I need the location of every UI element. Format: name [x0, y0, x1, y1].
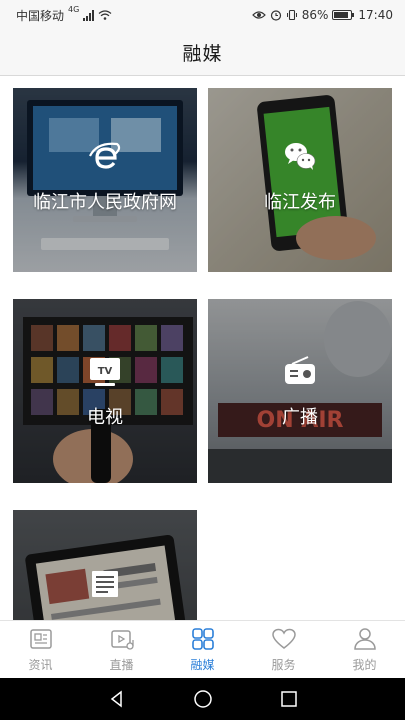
signal-icon	[83, 9, 95, 21]
radio-icon	[285, 356, 315, 384]
newspaper-icon	[92, 571, 118, 597]
tile-linjiang-release[interactable]: 临江发布	[208, 88, 392, 272]
recents-square-icon	[280, 691, 297, 707]
news-icon	[29, 629, 52, 649]
svg-text:TV: TV	[98, 366, 113, 377]
tile-content: 临江发布	[208, 138, 392, 214]
media-grid: 临江市人民政府网 临江发布 TV 电视 ON AIR 广播	[0, 76, 405, 620]
tile-radio[interactable]: ON AIR 广播	[208, 299, 392, 483]
tab-mine[interactable]: 我的	[324, 621, 405, 678]
tab-label: 服务	[271, 658, 296, 672]
back-button[interactable]	[105, 687, 129, 711]
tab-media[interactable]: 融媒	[162, 621, 243, 678]
tile-content	[13, 566, 197, 616]
tile-newspaper[interactable]	[13, 510, 197, 620]
battery-icon	[332, 10, 355, 20]
network-type: 4G	[68, 4, 80, 14]
vibrate-icon	[286, 9, 297, 21]
home-circle-icon	[193, 690, 212, 708]
title-bar: 融媒	[0, 30, 405, 76]
bottom-tab-bar: 资讯 直播 融媒 服务 我的	[0, 620, 405, 678]
tab-label: 我的	[352, 658, 377, 672]
tile-label: 电视	[87, 407, 123, 428]
status-bar: 中国移动 4G 86% 17:40	[0, 0, 405, 30]
battery-percent: 86%	[301, 8, 329, 22]
tab-label: 资讯	[28, 658, 53, 672]
clock: 17:40	[358, 8, 393, 22]
recents-button[interactable]	[277, 687, 301, 711]
ie-browser-icon	[89, 142, 121, 169]
tile-tv[interactable]: TV 电视	[13, 299, 197, 483]
tab-label: 融媒	[190, 658, 215, 672]
tab-live[interactable]: 直播	[81, 621, 162, 678]
heart-icon	[271, 628, 296, 649]
home-button[interactable]	[191, 687, 215, 711]
system-nav-bar	[0, 678, 405, 720]
grid-icon	[191, 628, 214, 650]
page-title: 融媒	[182, 43, 223, 65]
tv-icon: TV	[90, 358, 120, 386]
tile-label: 临江发布	[264, 192, 336, 213]
tab-services[interactable]: 服务	[243, 621, 324, 678]
wifi-icon	[98, 10, 112, 20]
tile-government-website[interactable]: 临江市人民政府网	[13, 88, 197, 272]
tab-label: 直播	[109, 658, 134, 672]
alarm-icon	[270, 10, 281, 21]
live-icon	[110, 630, 134, 650]
tab-news[interactable]: 资讯	[0, 621, 81, 678]
wechat-icon	[285, 143, 316, 170]
user-icon	[353, 628, 376, 650]
status-left: 中国移动 4G	[16, 4, 112, 24]
status-right: 86% 17:40	[251, 8, 393, 22]
tile-label: 广播	[282, 407, 318, 428]
tile-label: 临江市人民政府网	[33, 192, 177, 213]
tile-content: TV 电视	[13, 353, 197, 429]
back-triangle-icon	[110, 690, 122, 708]
carrier-name: 中国移动	[16, 8, 65, 23]
tile-content: 临江市人民政府网	[13, 138, 197, 214]
tile-content: 广播	[208, 353, 392, 429]
eye-icon	[251, 11, 266, 19]
